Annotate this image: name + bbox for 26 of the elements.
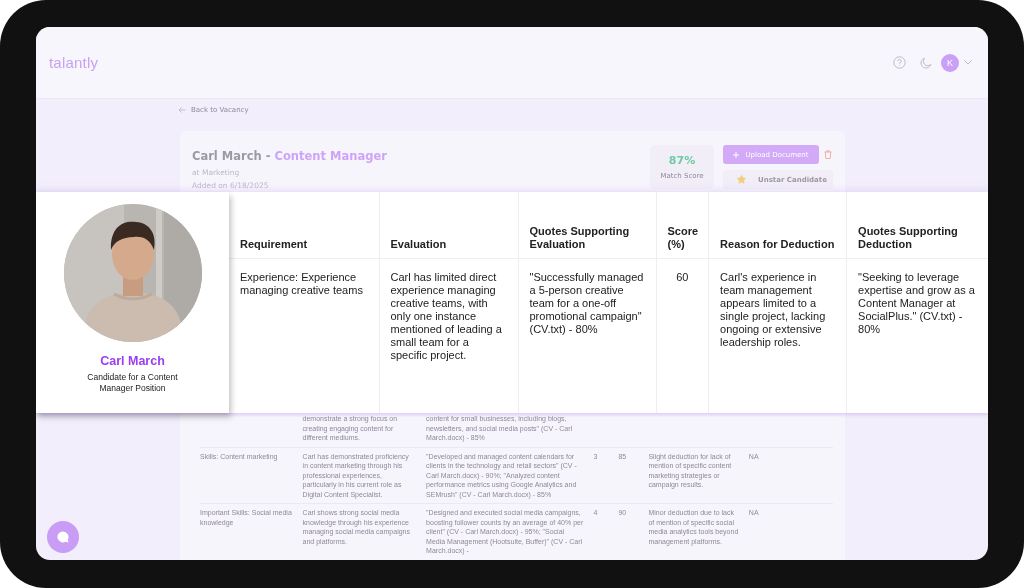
candidate-name: Carl March	[100, 354, 165, 368]
help-icon[interactable]	[893, 56, 906, 69]
chat-button[interactable]	[47, 521, 79, 553]
column-header: Evaluation	[390, 238, 447, 250]
moon-icon[interactable]	[920, 56, 932, 69]
arrow-left-icon	[178, 107, 186, 113]
match-score-value: 87%	[668, 154, 696, 167]
table-cell: "Successfully managed a 5-person creative team for a one-off promotional campaign" (CV.txt) - 80%	[529, 271, 644, 335]
candidate-subtitle: Candidate for a Content Manager Position	[86, 372, 179, 394]
table-cell: Carl's experience in team management appears limited to a single project, lacking ongoing or extensive leadership roles.	[720, 271, 826, 348]
column-header: Requirement	[240, 238, 308, 250]
plus-icon	[733, 151, 740, 158]
logo: talantly	[49, 54, 99, 71]
table-cell: Carl has limited direct experience managing creative teams, with only one instance mentioned of leading a small team for a specific project.	[390, 271, 502, 361]
chevron-down-icon[interactable]	[964, 60, 972, 65]
column-header: Score (%)	[667, 225, 699, 250]
candidate-title: Carl March - Content Manager	[192, 149, 388, 163]
user-avatar[interactable]: K	[941, 53, 959, 72]
table-cell: "Seeking to leverage expertise and grow as a Content Manager at SocialPlus." (CV.txt) - 80%	[858, 271, 975, 335]
column-header: Reason for Deduction	[720, 238, 835, 250]
chat-bubble-icon	[56, 530, 70, 544]
trash-icon[interactable]	[824, 150, 832, 159]
table-cell: Experience: Experience managing creative teams	[240, 271, 363, 296]
column-header: Quotes Supporting Deduction	[858, 225, 958, 250]
column-header: Quotes Supporting Evaluation	[529, 225, 630, 250]
table-cell: 60	[676, 271, 689, 283]
